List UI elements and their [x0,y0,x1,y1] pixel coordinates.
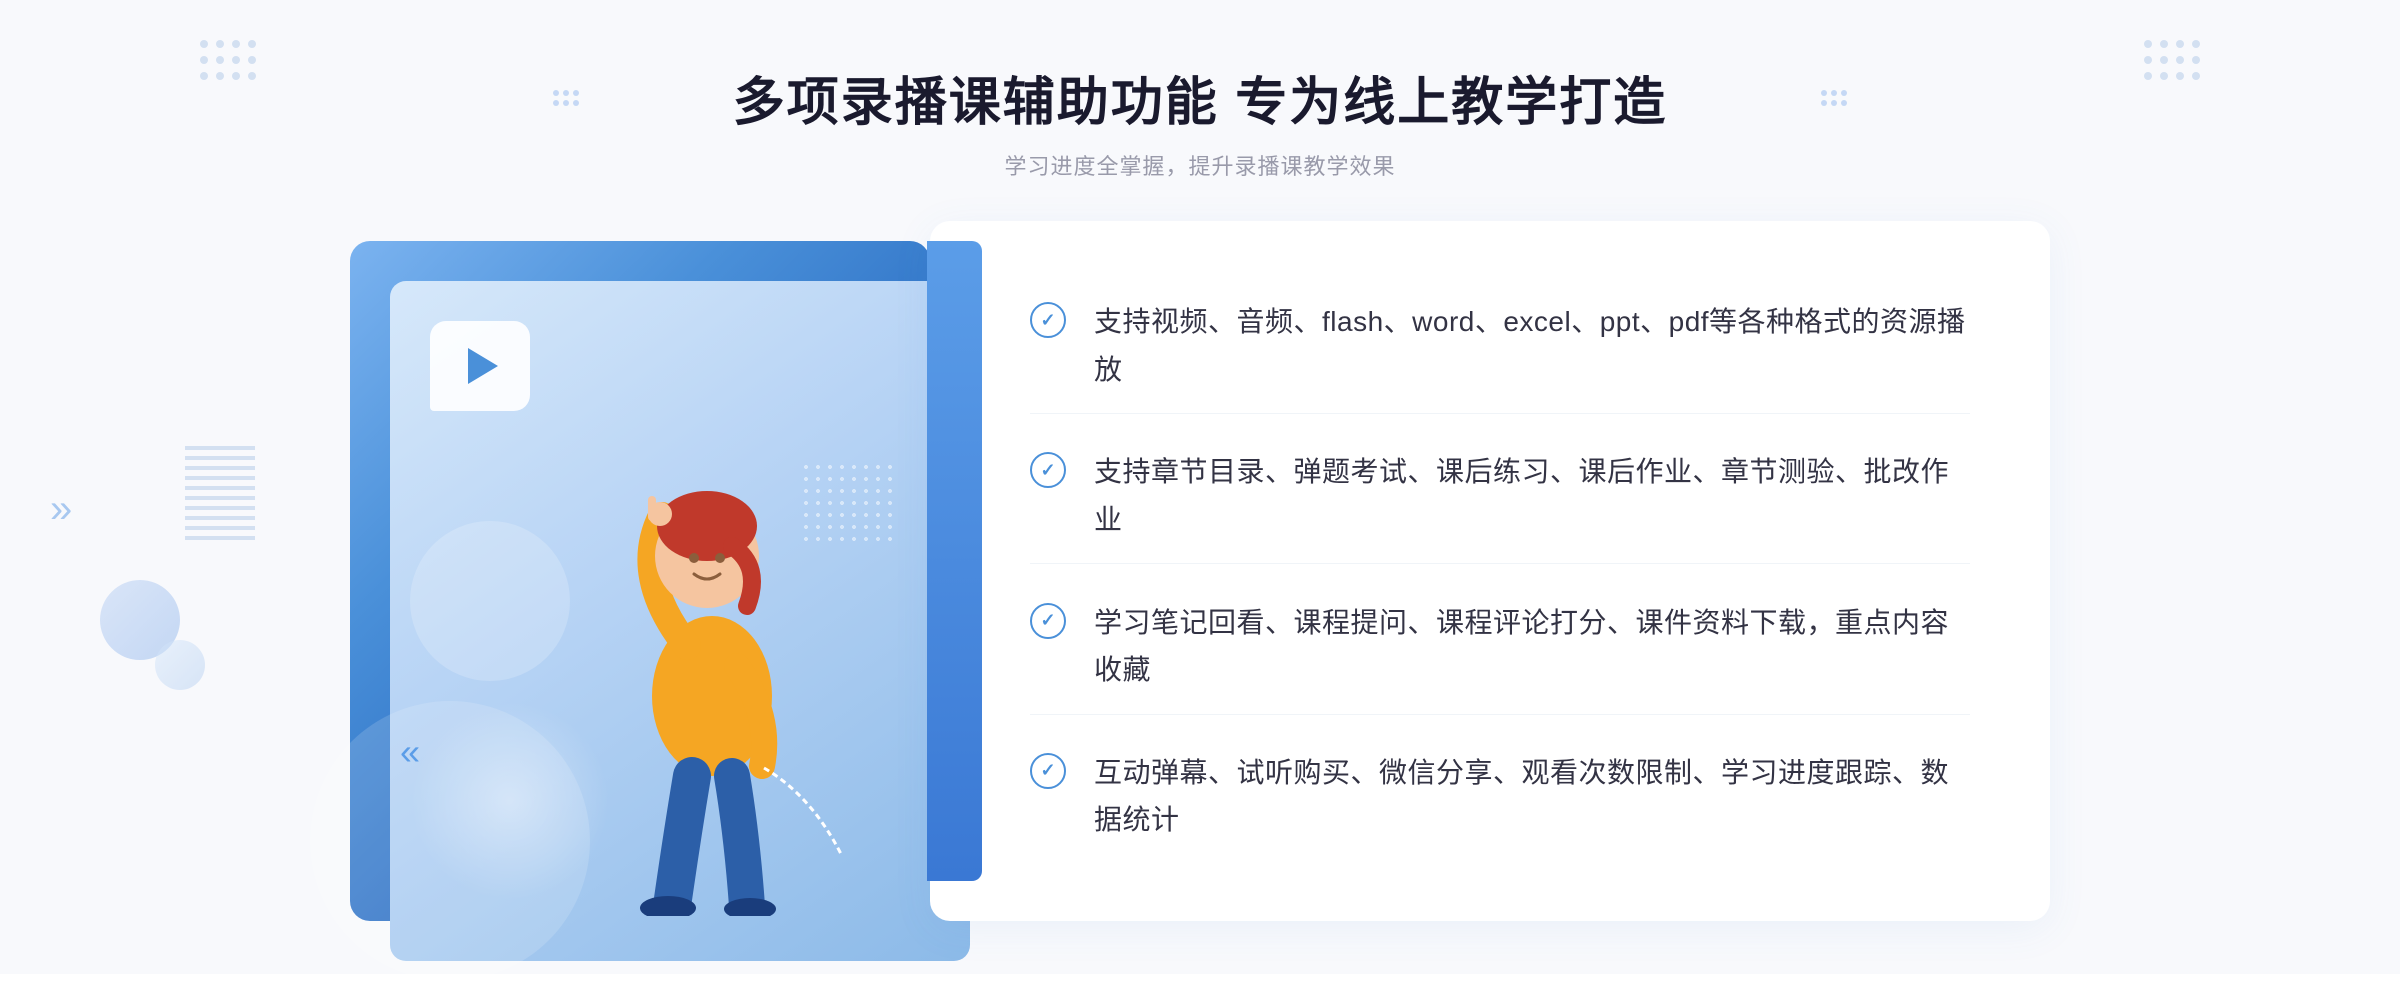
feature-item-2: ✓ 支持章节目录、弹题考试、课后练习、课后作业、章节测验、批改作业 [1030,428,1970,564]
feature-text-4: 互动弹幕、试听购买、微信分享、观看次数限制、学习进度跟踪、数据统计 [1094,749,1970,844]
feature-text-3: 学习笔记回看、课程提问、课程评论打分、课件资料下载，重点内容收藏 [1094,599,1970,694]
feature-item-3: ✓ 学习笔记回看、课程提问、课程评论打分、课件资料下载，重点内容收藏 [1030,579,1970,715]
person-illustration [532,356,892,921]
check-icon-3: ✓ [1030,603,1066,639]
page-container: » 多项录播课辅助功能 专为线上教学打造 学习进度全掌握，提升录播课教学效果 [0,0,2400,974]
subtitle: 学习进度全掌握，提升录播课教学效果 [733,149,1667,181]
feature-text-2: 支持章节目录、弹题考试、课后练习、课后作业、章节测验、批改作业 [1094,448,1970,543]
header-deco-right [1821,90,1847,106]
top-right-dots-decoration [2144,40,2200,80]
check-mark-4: ✓ [1040,760,1055,781]
play-bubble [430,321,530,411]
side-circle-2-decoration [155,640,205,690]
header-section: 多项录播课辅助功能 专为线上教学打造 学习进度全掌握，提升录播课教学效果 [733,0,1667,211]
check-mark-1: ✓ [1040,310,1055,331]
features-panel: ✓ 支持视频、音频、flash、word、excel、ppt、pdf等各种格式的… [930,221,2050,921]
header-deco-left [553,90,579,106]
illustration-panel: « [350,241,930,921]
play-icon [468,348,498,384]
feature-item-1: ✓ 支持视频、音频、flash、word、excel、ppt、pdf等各种格式的… [1030,278,1970,414]
check-icon-1: ✓ [1030,302,1066,338]
check-mark-3: ✓ [1040,610,1055,631]
feature-text-1: 支持视频、音频、flash、word、excel、ppt、pdf等各种格式的资源… [1094,298,1970,393]
stripes-decoration [185,440,255,540]
content-area: « ✓ 支持视频、音频、flash、word、excel、ppt、pdf等各种格… [350,221,2050,921]
main-title: 多项录播课辅助功能 专为线上教学打造 [733,60,1667,135]
check-mark-2: ✓ [1040,460,1055,481]
check-icon-4: ✓ [1030,753,1066,789]
left-chevron-decoration: » [50,487,72,532]
illustration-chevron: « [400,731,420,773]
top-left-dots-decoration [200,40,256,80]
check-icon-2: ✓ [1030,452,1066,488]
blue-vertical-bar [927,241,982,881]
feature-item-4: ✓ 互动弹幕、试听购买、微信分享、观看次数限制、学习进度跟踪、数据统计 [1030,729,1970,864]
